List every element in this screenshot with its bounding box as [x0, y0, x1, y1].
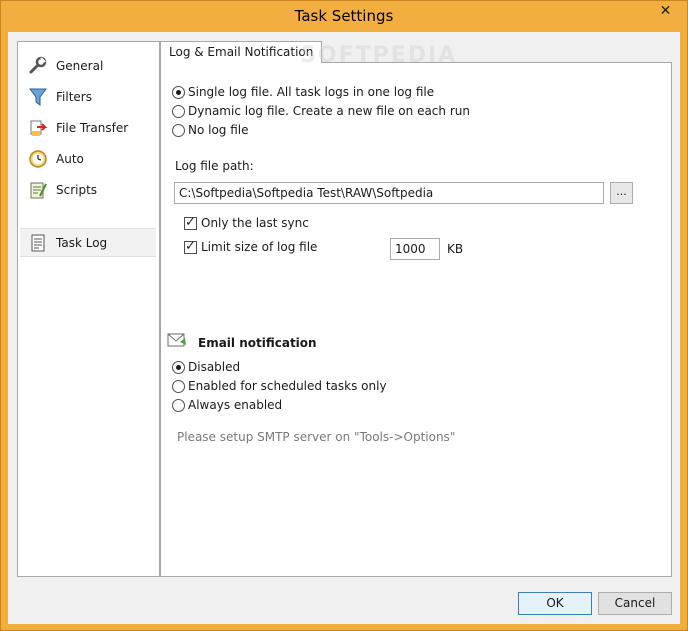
radio-button[interactable]: [172, 398, 185, 412]
checkbox-label: Limit size of log file: [201, 240, 318, 254]
radio-label: Always enabled: [188, 398, 283, 412]
sidebar-item-filters[interactable]: Filters: [20, 82, 156, 111]
radio-no-log[interactable]: No log file: [172, 123, 249, 137]
wrench-icon: [27, 55, 49, 77]
radio-button[interactable]: [172, 379, 185, 393]
size-unit-label: KB: [447, 242, 463, 256]
sidebar-item-label: Auto: [56, 151, 84, 166]
checkbox[interactable]: [184, 239, 197, 254]
clock-icon: [27, 148, 49, 170]
cancel-button[interactable]: Cancel: [598, 592, 672, 615]
radio-button[interactable]: [172, 360, 185, 374]
close-icon: ✕: [659, 3, 672, 19]
sidebar-item-label: General: [56, 58, 104, 73]
sidebar-item-label: Task Log: [56, 235, 108, 250]
log-path-label-text: Log file path:: [175, 159, 254, 173]
sidebar-item-file-transfer[interactable]: File Transfer: [20, 113, 156, 142]
task-settings-window: Task Settings ✕ General Filters File Tra…: [0, 0, 688, 631]
sidebar-item-label: Scripts: [56, 182, 98, 197]
sidebar: General Filters File Transfer Auto Scrip…: [17, 41, 160, 577]
title-bar[interactable]: Task Settings ✕: [1, 1, 687, 32]
email-icon: [167, 331, 187, 352]
sidebar-item-auto[interactable]: Auto: [20, 144, 156, 173]
email-heading: Email notification: [198, 336, 317, 350]
funnel-icon: [27, 86, 49, 108]
browse-button[interactable]: ...: [610, 182, 633, 204]
radio-email-scheduled[interactable]: Enabled for scheduled tasks only: [172, 379, 387, 393]
sidebar-item-general[interactable]: General: [20, 51, 156, 80]
sidebar-item-task-log[interactable]: Task Log: [20, 228, 156, 257]
radio-email-disabled[interactable]: Disabled: [172, 360, 240, 374]
checkbox-limit-size[interactable]: Limit size of log file: [184, 239, 318, 254]
size-unit-text: KB: [447, 242, 464, 256]
checkbox[interactable]: [184, 215, 197, 230]
radio-email-always[interactable]: Always enabled: [172, 398, 282, 412]
smtp-hint-text: Please setup SMTP server on "Tools->Opti…: [177, 430, 456, 444]
radio-label: No log file: [188, 123, 249, 137]
file-transfer-icon: [27, 117, 49, 139]
checkbox-label: Only the last sync: [201, 216, 309, 230]
radio-button[interactable]: [172, 85, 185, 99]
email-heading-text: Email notification: [198, 336, 317, 350]
log-size-input[interactable]: 1000: [390, 238, 440, 260]
sidebar-item-scripts[interactable]: Scripts: [20, 175, 156, 204]
tab-content: Single log file. All task logs in one lo…: [160, 62, 672, 577]
smtp-hint: Please setup SMTP server on "Tools->Opti…: [177, 430, 455, 444]
sidebar-item-label: File Transfer: [56, 120, 129, 135]
log-path-label: Log file path:: [175, 159, 254, 173]
radio-label: Disabled: [188, 360, 241, 374]
radio-single-log[interactable]: Single log file. All task logs in one lo…: [172, 85, 434, 99]
close-button[interactable]: ✕: [652, 1, 679, 22]
script-icon: [27, 179, 49, 201]
watermark: SOFTPEDIA: [300, 43, 458, 68]
dialog-client: General Filters File Transfer Auto Scrip…: [8, 32, 680, 624]
radio-label: Single log file. All task logs in one lo…: [188, 85, 435, 99]
radio-button[interactable]: [172, 123, 185, 137]
window-title: Task Settings: [294, 7, 394, 25]
log-path-input[interactable]: C:\Softpedia\Softpedia Test\RAW\Softpedi…: [174, 182, 604, 204]
ok-button[interactable]: OK: [518, 592, 592, 615]
radio-dynamic-log[interactable]: Dynamic log file. Create a new file on e…: [172, 104, 470, 118]
radio-button[interactable]: [172, 104, 185, 118]
document-icon: [27, 232, 49, 254]
checkbox-only-last-sync[interactable]: Only the last sync: [184, 215, 309, 230]
radio-label: Enabled for scheduled tasks only: [188, 379, 387, 393]
tab-log-email-notification[interactable]: Log & Email Notification: [160, 41, 323, 63]
sidebar-item-label: Filters: [56, 89, 92, 104]
radio-label: Dynamic log file. Create a new file on e…: [188, 104, 470, 118]
settings-panel: Log & Email Notification SOFTPEDIA Singl…: [160, 41, 672, 577]
